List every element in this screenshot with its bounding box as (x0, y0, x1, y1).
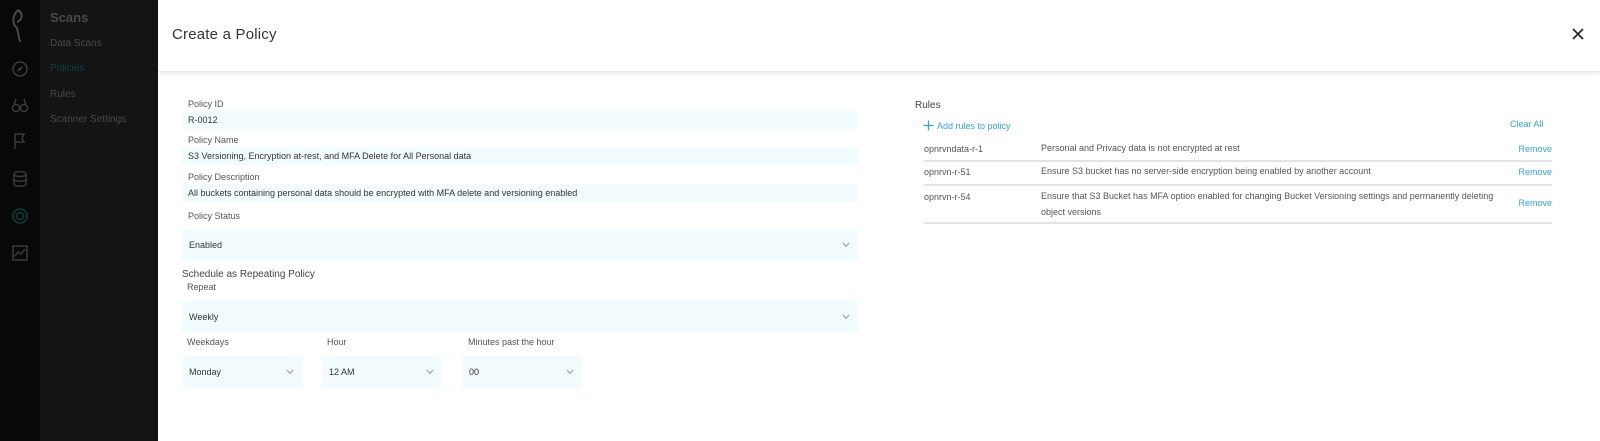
hour-label: Hour (327, 337, 347, 347)
remove-rule-button[interactable]: Remove (1518, 144, 1552, 154)
weekdays-value: Monday (189, 367, 222, 377)
chevron-down-icon (286, 369, 294, 375)
remove-rule-button[interactable]: Remove (1518, 167, 1552, 177)
policy-description-label: Policy Description (188, 172, 260, 182)
rule-row: opnrvn-r-54 Ensure that S3 Bucket has MF… (924, 186, 1552, 224)
hour-value: 12 AM (329, 367, 355, 377)
rule-row: opnrvn-r-51 Ensure S3 bucket has no serv… (924, 162, 1552, 186)
modal-header: Create a Policy (158, 0, 1600, 72)
clear-all-link[interactable]: Clear All (1510, 119, 1544, 129)
policy-name-label: Policy Name (188, 135, 239, 145)
policy-id-label: Policy ID (188, 99, 224, 109)
subnav-item-scanner-settings[interactable]: Scanner Settings (50, 114, 126, 125)
rule-id: opnrvn-r-51 (924, 167, 971, 177)
flag-icon[interactable] (11, 132, 29, 150)
rule-id: opnrvn-r-54 (924, 192, 971, 202)
policy-name-field[interactable]: S3 Versioning, Encryption at-rest, and M… (182, 147, 858, 165)
repeat-label: Repeat (187, 282, 217, 292)
subnav-item-rules[interactable]: Rules (50, 89, 76, 100)
rules-table: opnrvndata-r-1 Personal and Privacy data… (924, 138, 1552, 224)
modal-title: Create a Policy (172, 26, 277, 43)
weekdays-select[interactable]: Monday (182, 356, 302, 388)
rule-description: Personal and Privacy data is not encrypt… (1041, 143, 1240, 153)
rule-description: Ensure S3 bucket has no server-side encr… (1041, 166, 1371, 176)
hour-select[interactable]: 12 AM (322, 356, 442, 388)
minutes-label: Minutes past the hour (468, 337, 555, 347)
remove-rule-button[interactable]: Remove (1518, 198, 1552, 208)
repeat-select[interactable]: Weekly (182, 301, 858, 333)
subnav-title: Scans (50, 10, 89, 25)
add-rules-link[interactable]: Add rules to policy (923, 120, 1011, 131)
rule-row: opnrvndata-r-1 Personal and Privacy data… (924, 138, 1552, 162)
binoculars-icon[interactable] (11, 96, 29, 114)
policy-status-select[interactable]: Enabled (182, 229, 858, 261)
minutes-select[interactable]: 00 (462, 356, 582, 388)
chevron-down-icon (842, 314, 850, 320)
subnav-item-data-scans[interactable]: Data Scans (50, 38, 102, 49)
policy-id-field[interactable]: R-0012 (182, 111, 858, 129)
chevron-down-icon (426, 369, 434, 375)
create-policy-modal: Create a Policy Policy ID R-0012 Policy … (158, 0, 1600, 441)
policy-status-value: Enabled (189, 240, 223, 250)
scans-subnav: Scans Data Scans Policies Rules Scanner … (40, 0, 158, 441)
policy-status-label: Policy Status (188, 211, 241, 221)
logo-icon (12, 9, 23, 43)
close-icon[interactable] (1570, 26, 1586, 42)
subnav-item-policies[interactable]: Policies (50, 63, 84, 74)
chart-icon[interactable] (11, 244, 29, 262)
schedule-title: Schedule as Repeating Policy (182, 269, 315, 280)
target-icon[interactable] (11, 207, 29, 225)
chevron-down-icon (566, 369, 574, 375)
compass-icon[interactable] (11, 60, 29, 78)
rule-description: Ensure that S3 Bucket has MFA option ena… (1041, 191, 1494, 217)
icon-rail (0, 0, 40, 441)
policy-description-field[interactable]: All buckets containing personal data sho… (182, 184, 858, 202)
weekdays-label: Weekdays (187, 337, 229, 347)
plus-icon (923, 120, 934, 131)
database-icon[interactable] (11, 170, 29, 188)
rules-title: Rules (915, 100, 941, 111)
minutes-value: 00 (469, 367, 480, 377)
rule-id: opnrvndata-r-1 (924, 144, 984, 154)
repeat-value: Weekly (189, 312, 219, 322)
add-rules-label: Add rules to policy (937, 120, 1011, 131)
chevron-down-icon (842, 242, 850, 248)
